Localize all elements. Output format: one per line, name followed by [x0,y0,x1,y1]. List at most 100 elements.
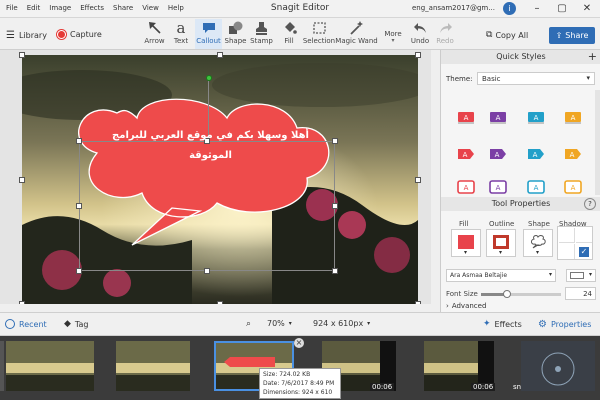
magic-wand-icon [349,19,364,36]
rotate-handle[interactable] [206,75,212,81]
tool-magic-wand[interactable]: Magic Wand [335,19,378,49]
svg-text:A: A [463,151,468,159]
checkbox-icon[interactable]: ✓ [579,247,589,257]
tool-text[interactable]: a Text [169,19,193,49]
font-size-input[interactable]: 24 [565,287,596,300]
vertical-scrollbar[interactable] [431,50,440,312]
minimize-icon[interactable]: – [526,0,548,18]
chevron-down-icon: ▾ [536,249,540,256]
callout-text[interactable]: أهلا وسهلا بكم في موقع العربي للبرامج ال… [103,126,318,166]
maximize-icon[interactable]: ▢ [551,0,573,18]
fill-bucket-icon [282,19,297,36]
undo-button[interactable]: Undo [409,19,431,49]
tray-thumbnail[interactable] [6,341,94,391]
canvas-handle[interactable] [19,177,25,183]
remove-thumbnail-icon[interactable]: × [294,338,304,348]
title-bar: File Edit Image Effects Share View Help … [0,0,600,18]
info-icon[interactable]: i [503,2,516,15]
resize-handle[interactable] [76,138,82,144]
svg-text:A: A [464,114,469,122]
chevron-down-icon: ▾ [588,271,592,278]
redo-icon [438,19,453,36]
quick-style-swatch[interactable]: A [563,180,583,194]
add-style-icon[interactable]: + [588,50,597,64]
side-panel: Quick Styles + Theme: Basic ▾ A A A A A A A A A A… [440,50,600,312]
canvas-area[interactable] [0,50,440,312]
tool-selection[interactable]: Selection [302,19,336,49]
canvas-handle[interactable] [19,52,25,58]
svg-text:A: A [533,151,538,159]
tool-stamp[interactable]: Stamp [249,19,274,49]
canvas-handle[interactable] [415,177,421,183]
quick-style-swatch[interactable]: A [456,147,476,161]
text-color-button[interactable]: ▾ [566,269,596,282]
resize-handle[interactable] [76,268,82,274]
close-icon[interactable]: ✕ [576,0,598,18]
font-size-slider[interactable] [481,290,561,298]
quick-style-swatch[interactable]: A [456,111,476,125]
tray-thumbnail[interactable] [521,341,595,391]
outline-label: Outline [489,220,515,228]
tray-thumbnail[interactable] [116,341,190,391]
tool-fill[interactable]: Fill [281,19,297,49]
chevron-right-icon: › [446,302,449,310]
thumbnail-tooltip: Size: 724.02 KB Date: 7/6/2017 8:49 PM D… [259,368,341,399]
quick-style-swatch[interactable]: A [456,180,476,194]
quick-style-swatch[interactable]: A [488,147,508,161]
resize-handle[interactable] [332,203,338,209]
arrow-icon [148,19,162,36]
zoom-icon[interactable]: ⌕ [246,319,251,329]
quick-style-swatch[interactable]: A [563,147,583,161]
shadow-grid[interactable]: ✓ [557,226,593,260]
quick-style-swatch[interactable]: A [526,111,546,125]
tag-button[interactable]: ◆ Tag [64,319,88,329]
capture-button[interactable]: Capture [57,30,102,39]
more-tools-button[interactable]: More ▾ [381,19,405,49]
effects-button[interactable]: ✦ Effects [483,319,522,329]
theme-select[interactable]: Basic ▾ [477,72,595,85]
recent-button[interactable]: Recent [5,319,47,329]
svg-text:A: A [534,184,539,192]
resize-handle[interactable] [332,268,338,274]
selection-icon [312,19,327,36]
resize-handle[interactable] [76,203,82,209]
account-name[interactable]: eng_ansam2017@gm... [412,4,495,12]
dimensions-select[interactable]: 924 x 610px ▾ [313,319,370,328]
library-button[interactable]: ☰ Library [6,30,47,41]
quick-style-swatch[interactable]: A [488,180,508,194]
quick-style-swatch[interactable]: A [526,180,546,194]
copy-all-button[interactable]: ⧉ Copy All [486,30,528,40]
quick-style-swatch[interactable]: A [563,111,583,125]
horizontal-scrollbar[interactable] [0,304,431,312]
svg-text:A: A [534,114,539,122]
fill-color-button[interactable]: ▾ [451,229,481,257]
outline-color-button[interactable]: ▾ [486,229,516,257]
shape-icon [228,19,243,36]
help-icon[interactable]: ? [584,198,596,210]
styles-scrollbar[interactable] [595,90,600,195]
shape-select-button[interactable]: ▾ [523,229,553,257]
resize-handle[interactable] [332,138,338,144]
svg-text:A: A [495,151,500,159]
tool-callout[interactable]: Callout [195,19,222,49]
tray-scroll-left[interactable] [0,341,4,391]
cloud-shape-icon [531,235,546,249]
share-button[interactable]: ⇪ Share [549,27,595,44]
slider-handle[interactable] [503,290,512,298]
quick-style-swatch[interactable]: A [488,111,508,125]
resize-handle[interactable] [204,268,210,274]
font-size-label: Font Size [446,290,478,298]
chevron-down-icon: ▾ [586,74,590,82]
gear-icon: ⚙ [538,319,547,330]
font-select[interactable]: Ara Asmaa Beltajie ▾ [446,269,556,282]
tool-arrow[interactable]: Arrow [142,19,167,49]
advanced-toggle[interactable]: › Advanced [446,302,486,310]
properties-button[interactable]: ⚙ Properties [538,319,591,330]
canvas-handle[interactable] [217,52,223,58]
zoom-select[interactable]: 70% ▾ [267,319,292,328]
canvas-handle[interactable] [415,52,421,58]
quick-style-swatch[interactable]: A [526,147,546,161]
redo-button[interactable]: Redo [434,19,456,49]
tool-shape[interactable]: Shape [224,19,247,49]
callout-icon [201,19,217,36]
